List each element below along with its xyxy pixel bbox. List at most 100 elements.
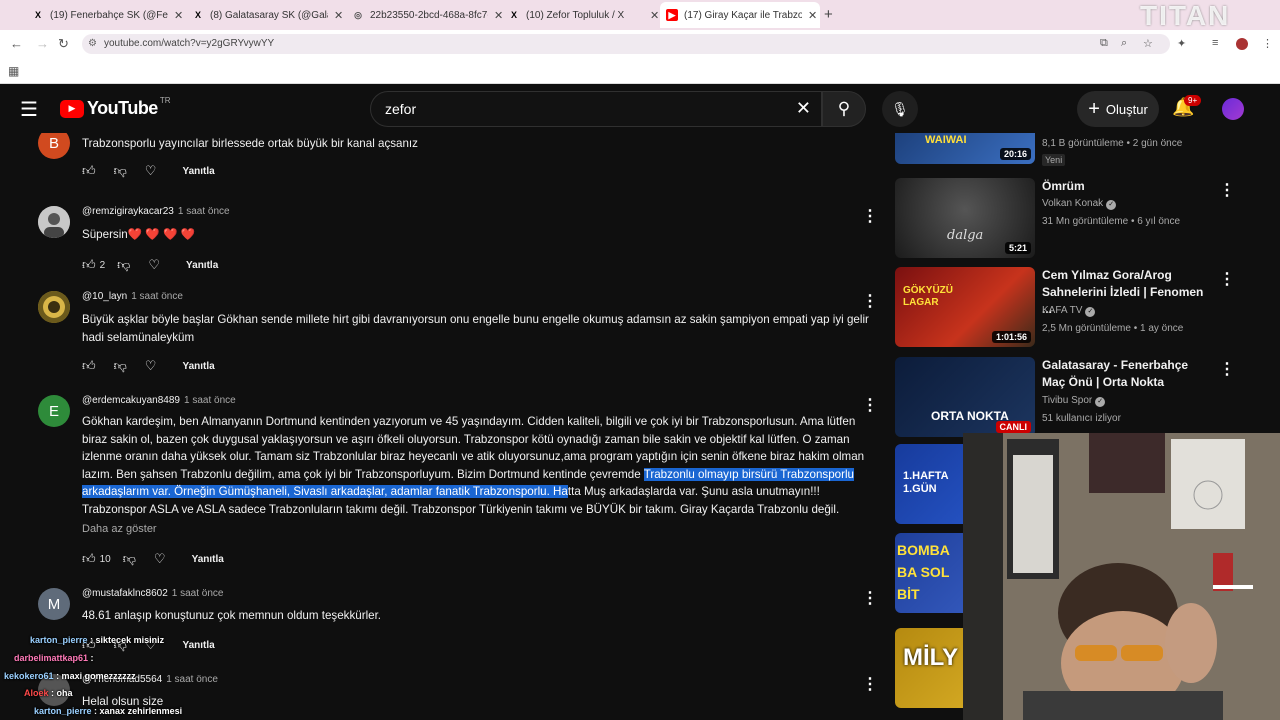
- voice-search-button[interactable]: 🎙: [882, 91, 918, 127]
- comment-more-icon[interactable]: ⋮: [862, 588, 878, 608]
- reply-button[interactable]: Yanıtla: [182, 361, 214, 372]
- account-avatar[interactable]: [1222, 98, 1244, 120]
- comment-more-icon[interactable]: ⋮: [862, 674, 878, 694]
- avatar[interactable]: E: [38, 395, 70, 427]
- video-title[interactable]: Ömrüm: [1042, 178, 1212, 195]
- comment-author[interactable]: @erdemcakuyan8489: [82, 395, 180, 406]
- video-channel[interactable]: Volkan Konak ✓: [1042, 198, 1117, 210]
- comment-author[interactable]: @mustafaklnc8602: [82, 588, 168, 599]
- comment-time[interactable]: 1 saat önce: [131, 291, 183, 302]
- dislike-icon[interactable]: 👎︎: [117, 257, 130, 273]
- x-logo-icon: X: [194, 10, 201, 20]
- browser-tab-zefor[interactable]: X (10) Zefor Topluluk / X ✕: [502, 4, 659, 26]
- create-button[interactable]: + Oluştur: [1077, 91, 1159, 127]
- chat-text: : oha: [51, 688, 73, 698]
- comment-header: @remzigiraykacar23 1 saat önce: [82, 206, 230, 217]
- live-badge: CANLI: [995, 421, 1031, 433]
- video-thumbnail[interactable]: WAIWAI 20:16: [895, 133, 1035, 164]
- like-icon[interactable]: 👍︎: [82, 163, 96, 179]
- comment-text: Süpersin❤️ ❤️ ❤️ ❤️: [82, 228, 196, 241]
- chat-user: darbelimattkap61: [14, 653, 89, 663]
- chat-message: Aloek : oha: [24, 688, 73, 698]
- heart-icon[interactable]: ♡: [148, 257, 160, 273]
- media-control-icon[interactable]: ≡: [1212, 37, 1218, 49]
- like-icon[interactable]: 👍︎: [82, 551, 96, 567]
- video-thumbnail[interactable]: dalga 5:21: [895, 178, 1035, 258]
- avatar[interactable]: B: [38, 133, 70, 159]
- comment-time[interactable]: 1 saat önce: [172, 588, 224, 599]
- browser-tab-document[interactable]: ◎ 22b23550-2bcd-468a-8fc7-457f ✕: [346, 4, 503, 26]
- video-more-icon[interactable]: ⋮: [1219, 269, 1235, 289]
- video-title[interactable]: Galatasaray - Fenerbahçe Maç Önü | Orta …: [1042, 357, 1212, 391]
- heart-icon[interactable]: ♡: [154, 551, 166, 567]
- comment-author[interactable]: @10_layn: [82, 291, 127, 302]
- video-thumbnail[interactable]: ORTA NOKTA CANLI: [895, 357, 1035, 437]
- close-tab-icon[interactable]: ✕: [174, 9, 183, 22]
- comment-actions: 👍︎ 10 👎︎ ♡ Yanıtla: [82, 551, 224, 567]
- video-more-icon[interactable]: ⋮: [1219, 359, 1235, 379]
- titan-watermark: TITAN: [1140, 0, 1231, 31]
- video-thumbnail[interactable]: GÖKYÜZÜ LAGAR 1:01:56: [895, 267, 1035, 347]
- bookmark-star-icon[interactable]: ☆: [1143, 37, 1153, 50]
- browser-tab-galatasaray[interactable]: X (8) Galatasaray SK (@Galatasara ✕: [186, 4, 343, 26]
- browser-tab-fenerbahce[interactable]: X (19) Fenerbahçe SK (@Fenerbah ✕: [26, 4, 183, 26]
- search-input[interactable]: [385, 92, 785, 126]
- search-button[interactable]: ⚲: [822, 91, 866, 127]
- dislike-icon[interactable]: 👎︎: [114, 358, 127, 374]
- video-more-icon[interactable]: ⋮: [1219, 180, 1235, 200]
- channel-name[interactable]: Tivibu Spor: [1042, 395, 1092, 406]
- extensions-icon[interactable]: ✦: [1177, 37, 1186, 50]
- close-tab-icon[interactable]: ✕: [334, 9, 343, 22]
- comment-more-icon[interactable]: ⋮: [862, 206, 878, 226]
- comment-time[interactable]: 1 saat önce: [184, 395, 236, 406]
- video-meta: 31 Mn görüntüleme • 6 yıl önce: [1042, 216, 1181, 227]
- channel-name[interactable]: Volkan Konak: [1042, 198, 1103, 209]
- video-meta: 8,1 B görüntüleme • 2 gün önce: [1042, 138, 1183, 149]
- reload-icon[interactable]: ↻: [58, 36, 69, 52]
- comment-author[interactable]: @remzigiraykacar23: [82, 206, 174, 217]
- chat-message: karton_pierre : xanax zehirlenmesi: [34, 706, 182, 716]
- thumbnail-text: 1.HAFTA 1.GÜN: [903, 470, 949, 495]
- heart-icon[interactable]: ♡: [145, 163, 157, 179]
- clear-search-icon[interactable]: ✕: [796, 98, 811, 119]
- heart-icon[interactable]: ♡: [145, 358, 157, 374]
- video-channel[interactable]: KAFA TV ✓: [1042, 305, 1096, 317]
- close-tab-icon[interactable]: ✕: [808, 9, 817, 22]
- hamburger-menu-icon[interactable]: ☰: [20, 97, 38, 122]
- thumbnail-text: BOMBA BA SOL BİT: [897, 542, 950, 602]
- like-icon[interactable]: 👍︎: [82, 358, 96, 374]
- avatar[interactable]: [38, 206, 70, 238]
- dislike-icon[interactable]: 👎︎: [123, 551, 136, 567]
- reply-button[interactable]: Yanıtla: [186, 260, 218, 271]
- reply-button[interactable]: Yanıtla: [182, 166, 214, 177]
- avatar[interactable]: M: [38, 588, 70, 620]
- profile-photo-icon: [38, 206, 70, 238]
- zoom-icon[interactable]: ⌕: [1121, 37, 1127, 50]
- microphone-icon: 🎙: [891, 100, 909, 117]
- like-icon[interactable]: 👍︎: [82, 257, 96, 273]
- forward-arrow-icon[interactable]: →: [36, 36, 49, 51]
- avatar[interactable]: [38, 291, 70, 323]
- browser-menu-icon[interactable]: ⋮: [1262, 37, 1273, 50]
- new-tab-button[interactable]: +: [824, 6, 833, 23]
- url-field[interactable]: ⚙ youtube.com/watch?v=y2gGRYvywYY: [82, 34, 1170, 54]
- reply-button[interactable]: Yanıtla: [192, 554, 224, 565]
- tab-label: (19) Fenerbahçe SK (@Fenerbah: [50, 9, 168, 21]
- comment-time[interactable]: 1 saat önce: [178, 206, 230, 217]
- comment-more-icon[interactable]: ⋮: [862, 291, 878, 311]
- comment-more-icon[interactable]: ⋮: [862, 395, 878, 415]
- region-code: TR: [159, 96, 171, 105]
- close-tab-icon[interactable]: ✕: [650, 9, 659, 22]
- site-info-icon[interactable]: ⚙: [88, 34, 97, 54]
- apps-grid-icon[interactable]: ▦: [8, 64, 19, 78]
- show-less-button[interactable]: Daha az göster: [82, 523, 157, 535]
- dislike-icon[interactable]: 👎︎: [114, 163, 127, 179]
- profile-avatar-icon[interactable]: [1236, 38, 1248, 50]
- youtube-logo[interactable]: ▶ YouTube TR: [60, 96, 171, 119]
- back-arrow-icon[interactable]: ←: [10, 36, 23, 51]
- browser-tab-youtube[interactable]: ▶ (17) Giray Kaçar ile Trabzonspor ✕: [660, 2, 820, 28]
- video-channel[interactable]: Tivibu Spor ✓: [1042, 395, 1106, 407]
- install-app-icon[interactable]: ⧉: [1100, 37, 1108, 50]
- channel-name[interactable]: KAFA TV: [1042, 305, 1082, 316]
- comment-actions: 👍︎ 👎︎ ♡ Yanıtla: [82, 358, 215, 374]
